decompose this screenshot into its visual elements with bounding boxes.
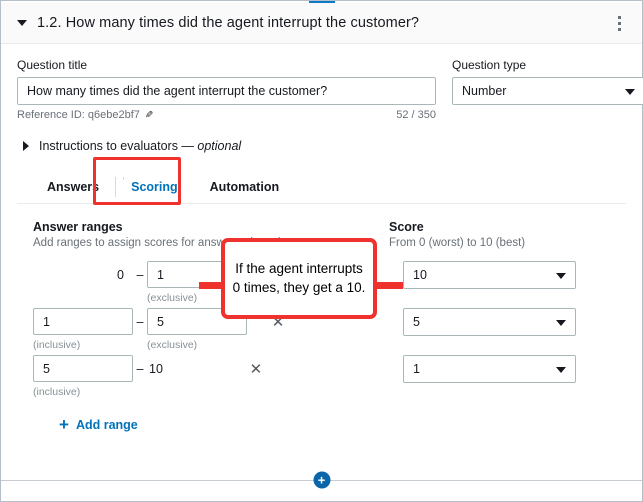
- instructions-text: Instructions to evaluators —: [39, 139, 197, 153]
- range-to-sublabel: (exclusive): [147, 292, 247, 304]
- range-row: 5 (inclusive) – 10 ✕ 1: [33, 355, 626, 402]
- question-fields-row: Question title Question type Number: [17, 58, 626, 105]
- instructions-toggle[interactable]: Instructions to evaluators — optional: [17, 139, 626, 153]
- range-from-input[interactable]: 1: [33, 308, 133, 335]
- kebab-menu-icon[interactable]: [610, 13, 628, 33]
- range-inputs: 1 (inclusive) – 5 (exclusive): [33, 308, 389, 351]
- score-description: From 0 (worst) to 10 (best): [389, 237, 589, 249]
- range-rows: 0 – 1 (exclusive) 10: [33, 261, 626, 402]
- range-to-input[interactable]: 5: [147, 308, 247, 335]
- range-to-value: 1: [157, 268, 164, 282]
- add-range-label: Add range: [76, 418, 138, 432]
- tab-answers-label: Answers: [47, 180, 99, 194]
- score-cell: 10: [403, 261, 576, 289]
- range-from-sublabel: (inclusive): [33, 386, 133, 398]
- card-body: Question title Question type Number Refe…: [1, 44, 642, 433]
- range-from-input[interactable]: 5: [33, 355, 133, 382]
- range-to-cell: 1 (exclusive): [147, 261, 247, 304]
- character-counter: 52 / 350: [396, 109, 436, 121]
- range-to-input[interactable]: 1: [147, 261, 247, 288]
- question-title-input[interactable]: [17, 77, 436, 105]
- tab-scoring-label: Scoring: [131, 180, 178, 194]
- answer-ranges-title: Answer ranges: [33, 220, 389, 234]
- chevron-down-icon: [556, 367, 566, 373]
- question-type-value: Number: [462, 84, 506, 98]
- score-header: Score From 0 (worst) to 10 (best): [389, 220, 589, 249]
- close-icon[interactable]: ✕: [235, 355, 277, 382]
- scoring-headers: Answer ranges Add ranges to assign score…: [33, 220, 626, 249]
- question-card: 1.2. How many times did the agent interr…: [1, 3, 642, 458]
- score-cell: 1: [403, 355, 576, 383]
- instructions-label: Instructions to evaluators — optional: [39, 139, 241, 153]
- range-to-sublabel: (exclusive): [147, 339, 247, 351]
- range-dash: –: [133, 261, 147, 288]
- score-select[interactable]: 10: [403, 261, 576, 289]
- chevron-down-icon: [556, 320, 566, 326]
- score-value: 10: [413, 268, 427, 282]
- chevron-down-icon: [625, 89, 635, 95]
- range-from-value: 5: [43, 362, 50, 376]
- range-dash: –: [133, 355, 147, 382]
- range-from-cell: 5 (inclusive): [33, 355, 133, 398]
- range-to-static: 10: [147, 355, 163, 382]
- range-to-cell: 5 (exclusive): [147, 308, 247, 351]
- caret-down-icon[interactable]: [17, 20, 27, 26]
- score-select[interactable]: 5: [403, 308, 576, 336]
- question-card-page: 1.2. How many times did the agent interr…: [0, 0, 643, 502]
- add-question-plus: +: [318, 474, 326, 487]
- tab-automation[interactable]: Automation: [194, 171, 295, 203]
- card-footer: +: [1, 456, 642, 501]
- question-title-label: Question title: [17, 58, 436, 72]
- score-cell: 5: [403, 308, 576, 336]
- instructions-optional: optional: [197, 139, 241, 153]
- chevron-down-icon: [556, 273, 566, 279]
- pencil-icon[interactable]: ✎: [145, 110, 153, 121]
- range-row: 1 (inclusive) – 5 (exclusive): [33, 308, 626, 355]
- add-range-button[interactable]: + Add range: [59, 416, 138, 433]
- plus-circle-icon[interactable]: +: [313, 472, 330, 489]
- answer-ranges-description: Add ranges to assign scores for answer v…: [33, 237, 389, 249]
- range-from-value: 1: [43, 315, 50, 329]
- tab-answers[interactable]: Answers: [31, 171, 115, 203]
- range-from-sublabel: (inclusive): [33, 339, 133, 351]
- question-type-select[interactable]: Number: [452, 77, 643, 105]
- range-from-cell: 1 (inclusive): [33, 308, 133, 351]
- plus-icon: +: [59, 416, 69, 433]
- scoring-panel: Answer ranges Add ranges to assign score…: [17, 204, 626, 433]
- page-title: 1.2. How many times did the agent interr…: [37, 15, 610, 31]
- question-title-group: Question title: [17, 58, 436, 105]
- card-header: 1.2. How many times did the agent interr…: [1, 3, 642, 44]
- reference-id: Reference ID: q6ebe2bf7: [17, 109, 140, 121]
- range-inputs: 5 (inclusive) – 10 ✕: [33, 355, 389, 398]
- range-row: 0 – 1 (exclusive) 10: [33, 261, 626, 308]
- range-from-static: 0: [33, 261, 133, 288]
- tab-automation-label: Automation: [210, 180, 279, 194]
- score-select[interactable]: 1: [403, 355, 576, 383]
- close-icon[interactable]: ✕: [257, 308, 299, 335]
- reference-id-row: Reference ID: q6ebe2bf7 ✎ 52 / 350: [17, 109, 436, 121]
- tab-bar: Answers Scoring Automation: [17, 171, 626, 204]
- question-type-label: Question type: [452, 58, 643, 72]
- answer-ranges-header: Answer ranges Add ranges to assign score…: [33, 220, 389, 249]
- tab-scoring[interactable]: Scoring: [115, 171, 194, 203]
- range-inputs: 0 – 1 (exclusive): [33, 261, 389, 304]
- caret-right-icon: [23, 141, 29, 151]
- score-value: 5: [413, 315, 420, 329]
- range-dash: –: [133, 308, 147, 335]
- score-value: 1: [413, 362, 420, 376]
- score-title: Score: [389, 220, 589, 234]
- question-type-group: Question type Number: [452, 58, 643, 105]
- range-to-value: 5: [157, 315, 164, 329]
